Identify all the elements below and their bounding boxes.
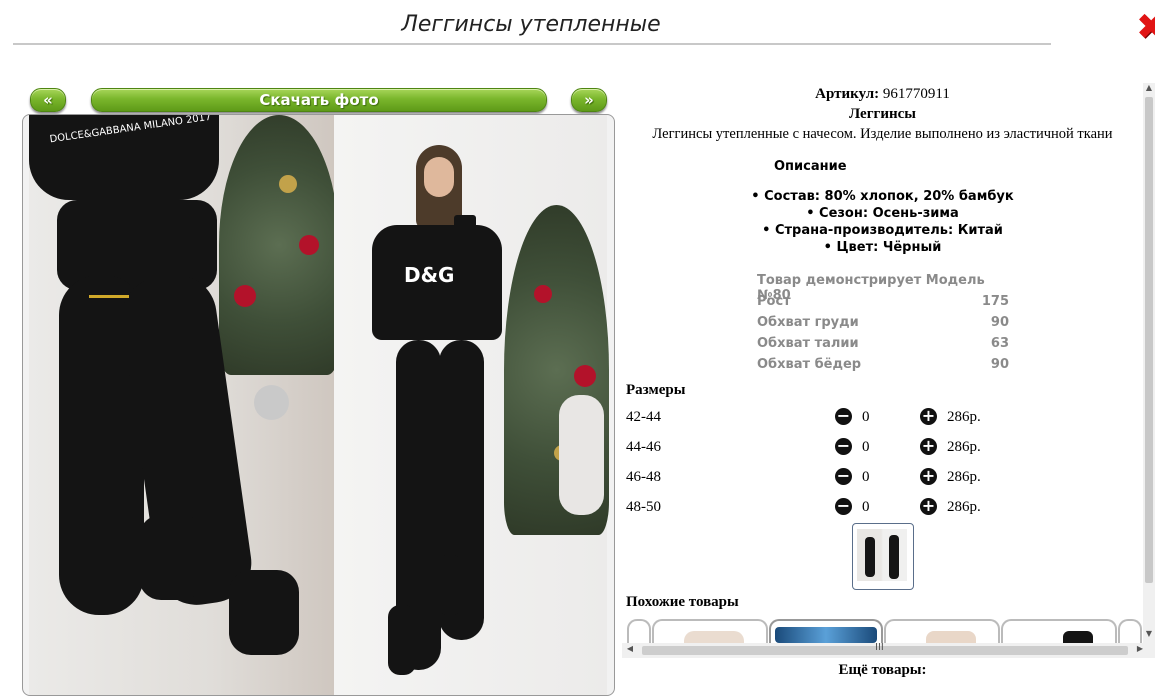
santa-figure — [559, 395, 604, 515]
photo-thumbnail[interactable] — [852, 523, 914, 590]
sneaker-left — [139, 515, 204, 600]
horizontal-scroll-thumb[interactable] — [642, 646, 1128, 655]
product-type: Леггинсы — [848, 106, 916, 122]
size-price: 286р. — [947, 469, 981, 485]
model-row-label: Обхват талии — [757, 336, 859, 351]
size-row: 48-50 − 0 + 286р. — [626, 497, 1136, 521]
model-row: Обхват бёдер 90 — [757, 357, 1009, 378]
horizontal-scrollbar[interactable]: ◀ III ▶ — [622, 642, 1155, 658]
close-icon[interactable]: ✖ — [1136, 12, 1155, 46]
bullet-composition: • Состав: 80% хлопок, 20% бамбук — [751, 189, 1014, 204]
model-row-label: Обхват груди — [757, 315, 859, 330]
model-row-value: 63 — [990, 336, 1009, 351]
size-quantity: 0 — [862, 409, 870, 425]
size-quantity: 0 — [862, 499, 870, 515]
model-row-value: 90 — [990, 315, 1009, 330]
size-label: 46-48 — [626, 469, 661, 485]
model-row: Обхват груди 90 — [757, 315, 1009, 336]
christmas-tree-left — [219, 115, 339, 375]
minus-icon[interactable]: − — [835, 498, 852, 515]
size-label: 42-44 — [626, 409, 661, 425]
scroll-grip-icon: III — [875, 642, 884, 653]
similar-item[interactable] — [1001, 619, 1117, 643]
model-row-label: Рост — [757, 294, 791, 309]
photo-right-half: D&G — [334, 115, 609, 695]
plus-icon[interactable]: + — [920, 468, 937, 485]
size-label: 48-50 — [626, 499, 661, 515]
scroll-left-icon[interactable]: ◀ — [624, 644, 636, 653]
scroll-down-icon[interactable]: ▼ — [1143, 629, 1155, 641]
similar-item[interactable] — [769, 619, 883, 643]
photo-left-half: DOLCE&GABBANA MILANO 2017 — [29, 115, 339, 695]
sneaker-right — [229, 570, 299, 655]
model-row: Обхват талии 63 — [757, 336, 1009, 357]
minus-icon[interactable]: − — [835, 468, 852, 485]
model-row-value: 90 — [990, 357, 1009, 372]
scroll-up-icon[interactable]: ▲ — [1143, 83, 1155, 95]
vertical-scrollbar[interactable]: ▲ ▼ — [1143, 83, 1155, 643]
sku-label: Артикул: — [815, 86, 880, 102]
model-row-label: Обхват бёдер — [757, 357, 862, 372]
sku-line: Артикул: 961770911 — [622, 86, 1143, 103]
next-photo-button[interactable]: » — [571, 88, 607, 112]
tshirt-logo: D&G — [404, 263, 455, 287]
prev-photo-button[interactable]: « — [30, 88, 66, 112]
plus-icon[interactable]: + — [920, 438, 937, 455]
size-row: 46-48 − 0 + 286р. — [626, 467, 1136, 491]
vertical-scroll-thumb[interactable] — [1145, 97, 1153, 583]
plus-icon[interactable]: + — [920, 498, 937, 515]
model-face — [424, 157, 454, 197]
size-label: 44-46 — [626, 439, 661, 455]
similar-item[interactable] — [627, 619, 651, 643]
size-row: 44-46 − 0 + 286р. — [626, 437, 1136, 461]
size-row: 42-44 − 0 + 286р. — [626, 407, 1136, 431]
size-quantity: 0 — [862, 439, 870, 455]
bullet-season: • Сезон: Осень-зима — [806, 206, 959, 221]
similar-item[interactable] — [884, 619, 1000, 643]
short-description: Леггинсы утепленные с начесом. Изделие в… — [652, 126, 1113, 142]
similar-item[interactable] — [1118, 619, 1142, 643]
size-price: 286р. — [947, 499, 981, 515]
similar-item[interactable] — [652, 619, 768, 643]
title-divider — [13, 43, 1051, 45]
page-title: Леггинсы утепленные — [401, 12, 661, 37]
plus-icon[interactable]: + — [920, 408, 937, 425]
similar-heading: Похожие товары — [626, 594, 739, 610]
model-title: Товар демонстрирует Модель №80 — [757, 273, 985, 303]
description-heading: Описание — [774, 159, 847, 174]
size-quantity: 0 — [862, 469, 870, 485]
sizes-heading: Размеры — [626, 382, 686, 398]
scroll-right-icon[interactable]: ▶ — [1134, 644, 1146, 653]
sku-value: 961770911 — [882, 86, 950, 102]
model-measurements: Товар демонстрирует Модель №80 Рост 175 О… — [757, 273, 1009, 378]
bullet-country: • Страна-производитель: Китай — [762, 223, 1003, 238]
product-photo[interactable]: DOLCE&GABBANA MILANO 2017 D&G — [22, 114, 615, 696]
download-photo-button[interactable]: Скачать фото — [91, 88, 547, 112]
more-products-heading: Ещё товары: — [838, 662, 927, 678]
size-price: 286р. — [947, 439, 981, 455]
model-row: Рост 175 — [757, 294, 1009, 315]
size-price: 286р. — [947, 409, 981, 425]
minus-icon[interactable]: − — [835, 438, 852, 455]
minus-icon[interactable]: − — [835, 408, 852, 425]
product-details-panel: Артикул: 961770911 Леггинсы Леггинсы уте… — [622, 83, 1143, 643]
model-row-value: 175 — [981, 294, 1009, 309]
bullet-color: • Цвет: Чёрный — [823, 240, 942, 255]
leggings-waist — [57, 200, 217, 290]
